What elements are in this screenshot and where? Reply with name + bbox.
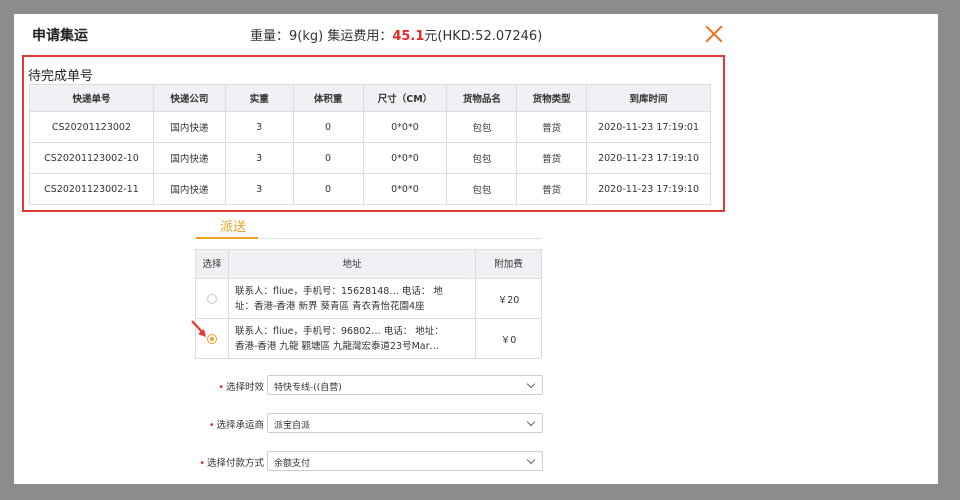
tab-delivery[interactable]: 派送 [210, 216, 246, 235]
pending-title: 待完成单号 [28, 69, 94, 84]
table-row: CS20201123002 国内快递 3 0 0*0*0 包包 普货 2020-… [29, 111, 711, 143]
timeliness-select[interactable]: 特快专线-((自营) [267, 375, 543, 395]
tab-active-indicator [196, 237, 258, 239]
pending-orders-panel: 待完成单号 快递单号 快递公司 实重 体积重 尺寸（CM） 货物品名 货物类型 … [22, 55, 725, 212]
cell-size: 0*0*0 [362, 173, 448, 205]
address-row[interactable]: 联系人：fliue，手机号：96802… 电话： 地址： 香港-香港 九龍 觀塘… [195, 318, 542, 359]
fee-suffix: 元(HKD:52.07246) [424, 29, 543, 44]
col-courier: 快递公司 [152, 84, 226, 112]
cell-volume-weight: 0 [292, 111, 364, 143]
address-text: 联系人：fliue，手机号：96802… 电话： 地址： 香港-香港 九龍 觀塘… [228, 318, 476, 359]
cell-arrival-time: 2020-11-23 17:19:01 [586, 111, 711, 143]
cell-item-name: 包包 [446, 173, 518, 205]
col-extra-fee: 附加费 [475, 249, 542, 279]
cell-arrival-time: 2020-11-23 17:19:10 [586, 142, 711, 174]
address-fee: ￥20 [475, 278, 542, 319]
cell-arrival-time: 2020-11-23 17:19:10 [586, 173, 711, 205]
address-fee: ￥0 [475, 318, 542, 359]
table-row: CS20201123002-11 国内快递 3 0 0*0*0 包包 普货 20… [29, 173, 711, 205]
cell-size: 0*0*0 [362, 142, 448, 174]
col-item-type: 货物类型 [516, 84, 588, 112]
col-item-name: 货物品名 [446, 84, 518, 112]
address-line: 香港-香港 九龍 觀塘區 九龍灣宏泰道23号Mar… [235, 340, 439, 352]
address-row[interactable]: 联系人：fliue，手机号：15628148… 电话： 地 址：香港-香港 新界… [195, 278, 542, 319]
cell-actual-weight: 3 [224, 111, 294, 143]
carrier-select[interactable]: 派宝自派 [267, 413, 543, 433]
col-actual-weight: 实重 [224, 84, 294, 112]
cell-actual-weight: 3 [224, 142, 294, 174]
address-line: 联系人：fliue，手机号：96802… 电话： 地址： [235, 325, 444, 337]
cell-courier: 国内快递 [152, 173, 226, 205]
table-row: CS20201123002-10 国内快递 3 0 0*0*0 包包 普货 20… [29, 142, 711, 174]
timeliness-label: 选择时效 [225, 382, 264, 393]
cell-courier: 国内快递 [152, 142, 226, 174]
payment-select[interactable]: 余额支付 [267, 451, 543, 471]
payment-value: 余额支付 [274, 459, 311, 469]
cell-item-name: 包包 [446, 111, 518, 143]
cell-size: 0*0*0 [362, 111, 448, 143]
cell-tracking-no: CS20201123002-11 [29, 173, 154, 205]
address-radio[interactable] [207, 293, 217, 304]
col-size: 尺寸（CM） [362, 84, 448, 112]
carrier-label: 选择承运商 [216, 420, 264, 431]
payment-label: 选择付款方式 [206, 458, 264, 469]
pending-header-row: 快递单号 快递公司 实重 体积重 尺寸（CM） 货物品名 货物类型 到库时间 [29, 84, 711, 112]
col-tracking-no: 快递单号 [29, 84, 154, 112]
fee-summary: 重量：9(kg) 集运费用：45.1元(HKD:52.07246) [250, 25, 542, 44]
chevron-down-icon [526, 417, 536, 427]
cell-actual-weight: 3 [224, 173, 294, 205]
cell-item-name: 包包 [446, 142, 518, 174]
address-line: 址：香港-香港 新界 葵青區 青衣青怡花園4座 [235, 300, 425, 312]
address-line: 联系人：fliue，手机号：15628148… 电话： 地 [235, 285, 443, 297]
fee-amount: 45.1 [392, 29, 425, 44]
weight-fee-label: 重量：9(kg) 集运费用： [250, 29, 393, 44]
address-table: 选择 地址 附加费 联系人：fliue，手机号：15628148… 电话： 地 … [195, 249, 542, 359]
chevron-down-icon [526, 455, 536, 465]
cell-volume-weight: 0 [292, 173, 364, 205]
cell-item-type: 普货 [516, 173, 588, 205]
cell-courier: 国内快递 [152, 111, 226, 143]
carrier-value: 派宝自派 [274, 421, 311, 431]
modal-title: 申请集运 [32, 28, 88, 44]
timeliness-value: 特快专线-((自营) [274, 383, 342, 393]
cell-tracking-no: CS20201123002-10 [29, 142, 154, 174]
close-icon[interactable] [704, 24, 724, 44]
payment-label-row: • 选择付款方式 [199, 458, 264, 469]
address-select-cell[interactable] [195, 278, 229, 319]
arrow-pointer-icon [191, 320, 206, 337]
cell-item-type: 普货 [516, 111, 588, 143]
cell-tracking-no: CS20201123002 [29, 111, 154, 143]
col-address: 地址 [228, 249, 476, 279]
carrier-label-row: • 选择承运商 [208, 420, 264, 431]
cell-item-type: 普货 [516, 142, 588, 174]
pending-orders-table: 快递单号 快递公司 实重 体积重 尺寸（CM） 货物品名 货物类型 到库时间 C… [29, 84, 711, 205]
address-text: 联系人：fliue，手机号：15628148… 电话： 地 址：香港-香港 新界… [228, 278, 476, 319]
col-arrival-time: 到库时间 [586, 84, 711, 112]
cell-volume-weight: 0 [292, 142, 364, 174]
chevron-down-icon [526, 379, 536, 389]
address-header-row: 选择 地址 附加费 [195, 249, 542, 279]
col-volume-weight: 体积重 [292, 84, 364, 112]
consolidation-modal: 申请集运 重量：9(kg) 集运费用：45.1元(HKD:52.07246) 待… [14, 14, 938, 484]
col-select: 选择 [195, 249, 229, 279]
address-radio-selected[interactable] [207, 333, 217, 344]
timeliness-label-row: • 选择时效 [218, 382, 264, 393]
